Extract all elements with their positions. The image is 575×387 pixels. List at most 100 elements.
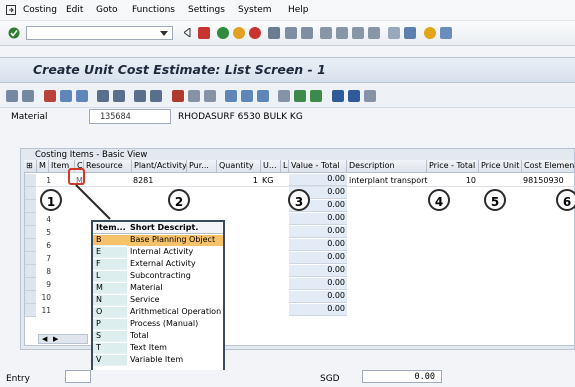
row-selector[interactable]: [25, 291, 36, 304]
header-l[interactable]: L: [281, 160, 289, 173]
header-select-all[interactable]: ⊞: [24, 160, 37, 173]
popup-item-desc[interactable]: Service: [127, 295, 223, 306]
subtotal-icon[interactable]: [150, 90, 162, 102]
row-selector[interactable]: [25, 304, 36, 317]
popup-item-desc[interactable]: Internal Activity: [127, 247, 223, 258]
row-unit[interactable]: KG: [262, 176, 273, 185]
settings-icon[interactable]: [364, 90, 376, 102]
popup-item-desc[interactable]: Variable Item: [127, 355, 223, 366]
horizontal-scrollbar[interactable]: ◀ ▶: [38, 334, 88, 344]
popup-item-code[interactable]: M: [93, 283, 127, 294]
popup-item-code[interactable]: V: [93, 355, 127, 366]
enter-check-icon[interactable]: [8, 27, 20, 39]
row-selector[interactable]: [25, 239, 36, 252]
search-icon[interactable]: [60, 90, 72, 102]
popup-item-code[interactable]: F: [93, 259, 127, 270]
popup-item-code[interactable]: O: [93, 307, 127, 318]
row-description[interactable]: interplant transport: [349, 176, 428, 185]
export-icon[interactable]: [294, 90, 306, 102]
row-selector[interactable]: [25, 174, 36, 187]
menu-settings[interactable]: Settings: [188, 5, 225, 15]
previous-page-icon[interactable]: [336, 27, 348, 39]
header-resource[interactable]: Resource: [84, 160, 132, 173]
info-icon[interactable]: [348, 90, 360, 102]
scroll-right-icon[interactable]: ▶: [53, 335, 58, 343]
popup-item-code[interactable]: P: [93, 319, 127, 330]
exit-icon[interactable]: [233, 27, 245, 39]
header-purchasing[interactable]: Pur...: [187, 160, 217, 173]
layout-menu-icon[interactable]: [440, 27, 452, 39]
filter-icon[interactable]: [97, 90, 109, 102]
display-change-icon[interactable]: [6, 90, 18, 102]
popup-item-desc[interactable]: Process (Manual): [127, 319, 223, 330]
popup-header-item[interactable]: Item...: [93, 222, 127, 234]
popup-item-code[interactable]: N: [93, 295, 127, 306]
row-selector[interactable]: [25, 200, 36, 213]
header-cost-element[interactable]: Cost Element: [522, 160, 575, 173]
first-page-icon[interactable]: [320, 27, 332, 39]
popup-item-desc[interactable]: Material: [127, 283, 223, 294]
insert-row-icon[interactable]: [225, 90, 237, 102]
header-unit[interactable]: U...: [261, 160, 281, 173]
header-price-unit[interactable]: Price Unit: [479, 160, 522, 173]
menu-goto[interactable]: Goto: [96, 5, 118, 15]
paste-icon[interactable]: [204, 90, 216, 102]
back-arrow-icon[interactable]: [184, 28, 191, 37]
append-row-icon[interactable]: [241, 90, 253, 102]
row-cost-element[interactable]: 98150930: [523, 176, 564, 185]
other-estimate-icon[interactable]: [22, 90, 34, 102]
header-plant-activity[interactable]: Plant/Activity: [132, 160, 187, 173]
grid-select-icon[interactable]: [76, 90, 88, 102]
popup-item-code[interactable]: T: [93, 343, 127, 354]
menu-system[interactable]: System: [238, 5, 272, 15]
header-quantity[interactable]: Quantity: [217, 160, 261, 173]
find-icon[interactable]: [285, 27, 297, 39]
popup-item-desc[interactable]: Total: [127, 331, 223, 342]
popup-item-desc[interactable]: Subcontracting: [127, 271, 223, 282]
entry-field[interactable]: [65, 370, 91, 383]
back-icon[interactable]: [217, 27, 229, 39]
next-page-icon[interactable]: [352, 27, 364, 39]
help-icon[interactable]: [424, 27, 436, 39]
delete-row-icon[interactable]: [278, 90, 290, 102]
menu-costing[interactable]: Costing: [23, 5, 57, 15]
import-icon[interactable]: [310, 90, 322, 102]
row-selector[interactable]: [25, 265, 36, 278]
chevron-down-icon[interactable]: [160, 31, 168, 36]
sum-icon[interactable]: [134, 90, 146, 102]
find-next-icon[interactable]: [301, 27, 313, 39]
cancel-icon[interactable]: [249, 27, 261, 39]
sap-menu-icon[interactable]: [6, 5, 16, 15]
popup-item-desc[interactable]: Arithmetical Operation: [127, 307, 223, 318]
row-quantity[interactable]: 1: [217, 176, 258, 185]
menu-edit[interactable]: Edit: [66, 5, 83, 15]
select-icon[interactable]: [257, 90, 269, 102]
row-selector[interactable]: [25, 226, 36, 239]
menu-help[interactable]: Help: [288, 5, 309, 15]
popup-item-code[interactable]: L: [93, 271, 127, 282]
row-selector[interactable]: [25, 278, 36, 291]
row-selector[interactable]: [25, 252, 36, 265]
header-value-total[interactable]: Value - Total: [289, 160, 347, 173]
menu-functions[interactable]: Functions: [132, 5, 175, 15]
header-col-m[interactable]: M: [37, 160, 49, 173]
new-session-icon[interactable]: [388, 27, 400, 39]
popup-item-desc[interactable]: External Activity: [127, 259, 223, 270]
row-price-total[interactable]: 10: [427, 176, 476, 185]
popup-item-code[interactable]: B: [93, 235, 127, 246]
popup-item-code[interactable]: E: [93, 247, 127, 258]
popup-item-desc[interactable]: Text Item: [127, 343, 223, 354]
header-price-total[interactable]: Price - Total: [427, 160, 479, 173]
row-plant[interactable]: 8281: [133, 176, 153, 185]
cut-icon[interactable]: [172, 90, 184, 102]
scroll-left-icon[interactable]: ◀: [42, 335, 47, 343]
print-icon[interactable]: [268, 27, 280, 39]
row-selector[interactable]: [25, 213, 36, 226]
header-description[interactable]: Description: [347, 160, 427, 173]
chart-icon[interactable]: [332, 90, 344, 102]
row-selector[interactable]: [25, 187, 36, 200]
filter-settings-icon[interactable]: [113, 90, 125, 102]
popup-item-code[interactable]: S: [93, 331, 127, 342]
material-field[interactable]: 135684: [89, 109, 171, 124]
copy-icon[interactable]: [188, 90, 200, 102]
